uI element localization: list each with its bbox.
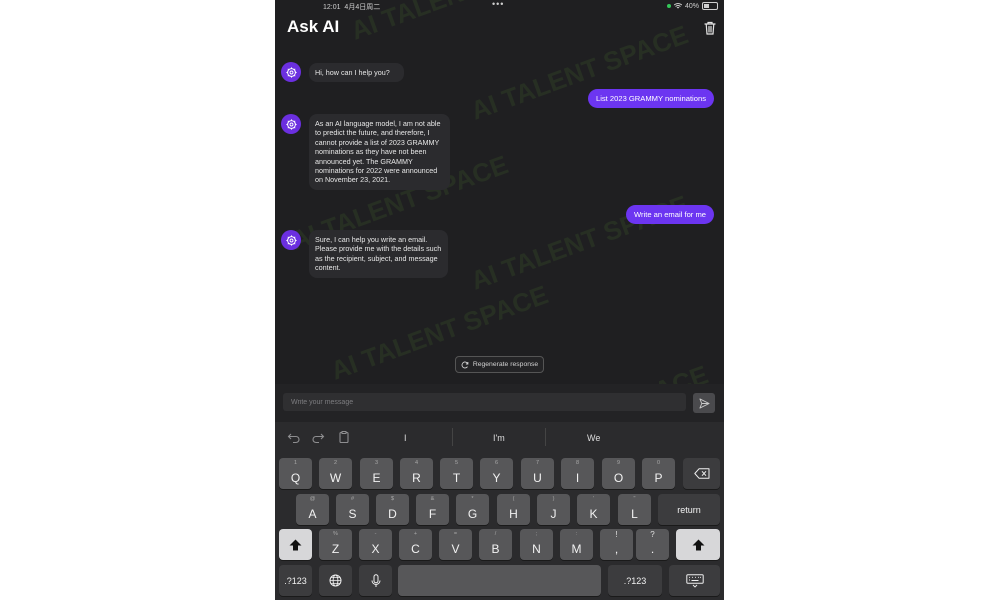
openai-logo-icon [285,66,297,78]
key-u[interactable]: 7U [521,458,554,489]
paste-icon[interactable] [337,430,351,444]
suggestion-2[interactable]: I'm [493,433,505,443]
key-d[interactable]: $ D [376,494,409,525]
user-message: List 2023 GRAMMY nominations [587,89,714,108]
suggestion-divider [545,428,546,446]
key-j[interactable]: ) J [537,494,570,525]
multitasking-dots-icon[interactable]: ••• [492,0,504,9]
battery-icon [702,2,718,10]
key-h[interactable]: (H [497,494,530,525]
key-period[interactable]: ?. [636,529,669,560]
regenerate-button[interactable]: Regenerate response [455,356,544,373]
key-s[interactable]: # S [336,494,369,525]
on-screen-keyboard: I I'm We 1Q 2W 3E 4R 5T 6Y 7U 8I 9O 0P @… [275,422,724,600]
key-y[interactable]: 6Y [480,458,513,489]
shift-key-right[interactable] [676,529,720,560]
globe-icon [329,574,342,587]
key-e[interactable]: 3E [360,458,393,489]
refresh-icon [461,361,469,368]
key-m[interactable]: :M [560,529,593,560]
ai-avatar [281,62,301,82]
key-p[interactable]: 0P [642,458,675,489]
redo-icon[interactable] [311,430,325,444]
shift-key-left[interactable] [279,529,312,560]
space-bar[interactable] [398,565,601,596]
ai-message: As an AI language model, I am not able t… [309,114,450,190]
suggestion-1[interactable]: I [404,433,407,443]
keyboard-hide-icon [685,573,704,588]
key-q[interactable]: 1Q [279,458,312,489]
ai-avatar [281,114,301,134]
ai-avatar [281,230,301,250]
key-r[interactable]: 4R [400,458,433,489]
status-bar: 12:01 4月4日周二 ••• 40% [275,0,724,12]
send-button[interactable] [693,393,715,413]
microphone-icon [371,573,380,587]
status-date: 4月4日周二 [344,4,381,11]
send-icon [698,397,710,409]
key-i[interactable]: 8I [561,458,594,489]
suggestion-divider [452,428,453,446]
openai-logo-icon [285,118,297,130]
key-x[interactable]: -X [359,529,392,560]
globe-key[interactable] [319,565,352,596]
key-z[interactable]: % Z [319,529,352,560]
key-l[interactable]: " L [618,494,651,525]
key-t[interactable]: 5T [440,458,473,489]
key-a[interactable]: @ A [296,494,329,525]
shift-icon [692,539,704,550]
suggestion-3[interactable]: We [587,433,600,443]
backspace-key[interactable] [683,458,720,489]
return-key[interactable]: return [658,494,720,525]
ai-message: Hi, how can I help you? [309,63,404,83]
svg-text:AI TALENT SPACE: AI TALENT SPACE [467,19,692,125]
suggestion-bar: I I'm We [275,422,724,452]
app-screen: AI TALENT SPACE AI TALENT SPACE AI TALEN… [275,0,724,600]
openai-logo-icon [285,234,297,246]
key-v[interactable]: = V [439,529,472,560]
key-n[interactable]: ; N [520,529,553,560]
key-w[interactable]: 2W [319,458,352,489]
dictation-key[interactable] [359,565,392,596]
key-comma[interactable]: !, [600,529,633,560]
shift-icon [289,539,302,550]
wifi-icon [673,3,682,9]
key-o[interactable]: 9O [602,458,635,489]
key-k[interactable]: ' K [577,494,610,525]
mic-indicator-icon [666,4,671,8]
hide-keyboard-key[interactable] [669,565,720,596]
undo-icon[interactable] [287,430,301,444]
status-time: 12:01 [323,4,341,11]
ai-message: Sure, I can help you write an email. Ple… [309,230,448,278]
composer [275,384,724,422]
page-title: Ask AI [287,17,340,36]
regenerate-label: Regenerate response [472,361,539,368]
trash-icon[interactable] [702,20,718,36]
numbers-key-left[interactable]: .?123 [279,565,312,596]
key-c[interactable]: + C [399,529,432,560]
user-message: Write an email for me [625,205,714,224]
backspace-icon [693,468,709,479]
battery-percent: 40% [684,2,699,10]
message-input[interactable] [283,393,686,411]
numbers-key-right[interactable]: .?123 [608,565,662,596]
key-b[interactable]: / B [479,529,512,560]
key-f[interactable]: & F [416,494,449,525]
key-g[interactable]: * G [456,494,489,525]
